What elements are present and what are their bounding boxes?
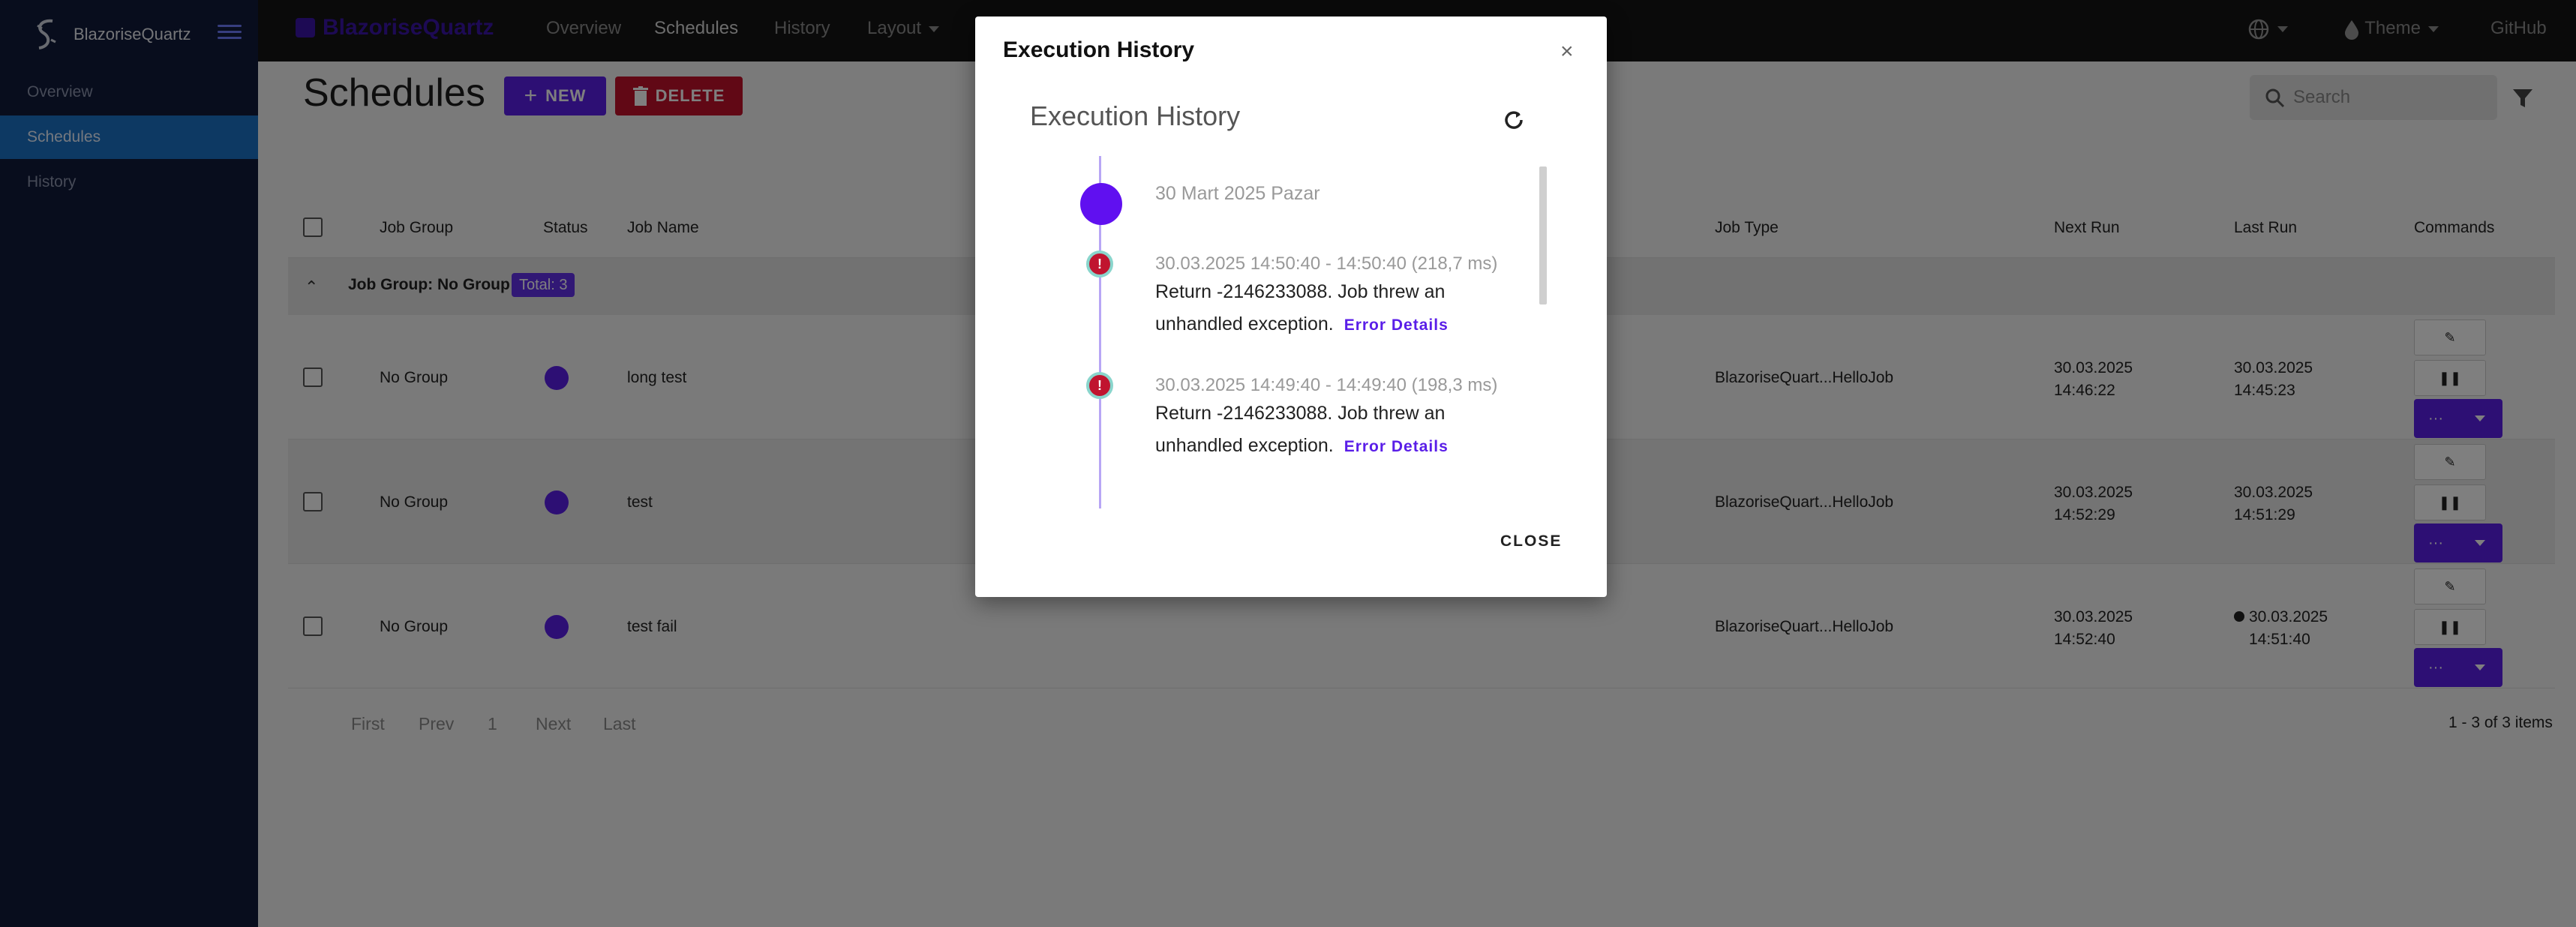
timeline-day-label: 30 Mart 2025 Pazar: [1155, 183, 1320, 204]
close-icon[interactable]: ×: [1560, 40, 1574, 63]
event-message-line: Return -2146233088. Job threw an: [1155, 403, 1446, 424]
panel-title: Execution History: [1030, 100, 1241, 131]
event-message-line-2: unhandled exception. Error Details: [1155, 308, 1508, 341]
event-message-text: unhandled exception.: [1155, 435, 1334, 456]
modal-title: Execution History: [1003, 38, 1195, 62]
close-button[interactable]: CLOSE: [1500, 532, 1562, 550]
event-time: 30.03.2025 14:50:40 - 14:50:40 (218,7 ms…: [1155, 254, 1498, 274]
event-time: 30.03.2025 14:49:40 - 14:49:40 (198,3 ms…: [1155, 375, 1498, 395]
execution-history-modal: Execution History × Execution History 30…: [975, 16, 1607, 597]
event-message-line: Return -2146233088. Job threw an: [1155, 281, 1446, 302]
error-icon: !: [1086, 372, 1113, 399]
event-message-line-2: unhandled exception. Error Details: [1155, 430, 1508, 463]
scrollbar-thumb[interactable]: [1539, 166, 1547, 304]
event-message: Return -2146233088. Job threw an unhandl…: [1155, 398, 1508, 463]
error-details-link[interactable]: Error Details: [1344, 316, 1449, 334]
event-message: Return -2146233088. Job threw an unhandl…: [1155, 276, 1508, 341]
timeline-day-marker: [1080, 183, 1122, 225]
error-icon: !: [1086, 250, 1113, 278]
refresh-icon[interactable]: [1502, 108, 1526, 132]
error-details-link[interactable]: Error Details: [1344, 438, 1449, 455]
event-message-text: unhandled exception.: [1155, 314, 1334, 334]
